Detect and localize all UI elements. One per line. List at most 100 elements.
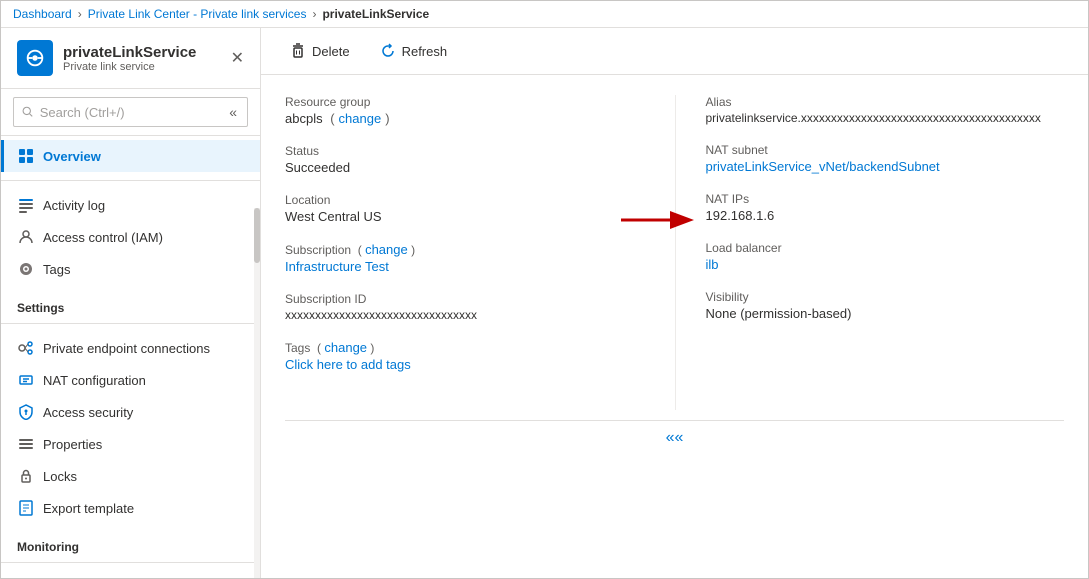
sidebar-item-locks[interactable]: Locks [1, 460, 260, 492]
breadcrumb-current: privateLinkService [322, 7, 429, 21]
subscription-change-link[interactable]: change [365, 242, 408, 257]
breadcrumb: Dashboard › Private Link Center - Privat… [1, 1, 1088, 28]
status-value: Succeeded [285, 160, 655, 175]
field-status: Status Succeeded [285, 144, 655, 175]
nat-ips-value: 192.168.1.6 [706, 208, 1045, 223]
private-link-icon [24, 47, 46, 69]
breadcrumb-private-link-center[interactable]: Private Link Center - Private link servi… [88, 7, 307, 21]
resource-subtitle: Private link service [63, 61, 196, 73]
detail-right: Alias privatelinkservice.xxxxxxxxxxxxxxx… [675, 95, 1065, 410]
refresh-icon [380, 43, 396, 59]
settings-section-title: Settings [1, 289, 260, 319]
toolbar: Delete Refresh [261, 28, 1088, 75]
delete-button[interactable]: Delete [277, 36, 363, 66]
sidebar-item-private-endpoint[interactable]: Private endpoint connections [1, 332, 260, 364]
sidebar-item-access-security[interactable]: Access security [1, 396, 260, 428]
nat-subnet-label: NAT subnet [706, 143, 1045, 157]
sidebar-item-properties[interactable]: Properties [1, 428, 260, 460]
nav-divider-3 [1, 562, 260, 563]
delete-label: Delete [312, 44, 350, 59]
nav-section-main: Overview [1, 136, 260, 176]
sidebar-item-export-template[interactable]: Export template [1, 492, 260, 524]
field-resource-group: Resource group Resource group abcpls ( c… [285, 95, 655, 126]
field-load-balancer: Load balancer ilb [706, 241, 1045, 272]
sidebar-item-nat-config[interactable]: NAT configuration [1, 364, 260, 396]
field-tags: Tags ( change ) Click here to add tags [285, 340, 655, 372]
load-balancer-label: Load balancer [706, 241, 1045, 255]
detail-grid: Resource group Resource group abcpls ( c… [285, 95, 1064, 410]
sidebar-item-alerts[interactable]: Alerts [1, 571, 260, 578]
visibility-label: Visibility [706, 290, 1045, 304]
export-template-icon [17, 499, 35, 517]
alias-value: privatelinkservice.xxxxxxxxxxxxxxxxxxxxx… [706, 111, 1045, 125]
monitoring-section-title: Monitoring [1, 528, 260, 558]
app-container: Dashboard › Private Link Center - Privat… [0, 0, 1089, 579]
subscription-label-row: Subscription ( change ) [285, 242, 655, 257]
sidebar-item-access-security-label: Access security [43, 405, 133, 420]
close-button[interactable]: ✕ [231, 48, 244, 68]
field-subscription-id: Subscription ID xxxxxxxxxxxxxxxxxxxxxxxx… [285, 292, 655, 322]
sidebar-search: « [1, 89, 260, 136]
resource-group-change-paren-close: ) [385, 111, 389, 126]
nav-divider-1 [1, 180, 260, 181]
sidebar-item-tags[interactable]: Tags [1, 253, 260, 285]
tags-paren-close: ) [370, 341, 374, 355]
resource-title: privateLinkService [63, 44, 196, 61]
sidebar-item-activity-log-label: Activity log [43, 198, 105, 213]
nav-divider-2 [1, 323, 260, 324]
collapse-details-button[interactable]: «« [666, 429, 684, 447]
breadcrumb-sep-1: › [78, 7, 82, 21]
sidebar-item-iam[interactable]: Access control (IAM) [1, 221, 260, 253]
field-location: Location West Central US [285, 193, 655, 224]
annotation-arrow-svg [616, 205, 696, 235]
sidebar-item-properties-label: Properties [43, 437, 102, 452]
resource-group-change-link[interactable]: change [339, 111, 382, 126]
scroll-track [254, 208, 260, 578]
refresh-button[interactable]: Refresh [367, 36, 461, 66]
subscription-value[interactable]: Infrastructure Test [285, 259, 389, 274]
resource-group-value-row: Resource group abcpls ( change ) [285, 111, 655, 126]
sidebar-item-nat-config-label: NAT configuration [43, 373, 146, 388]
activity-log-icon [17, 196, 35, 214]
tags-label-row: Tags ( change ) [285, 340, 655, 355]
arrow-annotation [616, 205, 696, 238]
sidebar-item-export-template-label: Export template [43, 501, 134, 516]
location-label: Location [285, 193, 655, 207]
sidebar-item-overview[interactable]: Overview [1, 140, 260, 172]
overview-icon [17, 147, 35, 165]
sidebar-item-tags-label: Tags [43, 262, 70, 277]
breadcrumb-dashboard[interactable]: Dashboard [13, 7, 72, 21]
search-input[interactable] [40, 105, 222, 120]
visibility-value: None (permission-based) [706, 306, 1045, 321]
sidebar-item-activity-log[interactable]: Activity log [1, 189, 260, 221]
delete-icon [290, 43, 306, 59]
scroll-thumb [254, 208, 260, 263]
collapse-sidebar-button[interactable]: « [227, 102, 239, 122]
nav-section-monitoring: Alerts Metrics [1, 567, 260, 578]
resource-group-name: abcpls [285, 111, 323, 126]
detail-content: Resource group Resource group abcpls ( c… [261, 75, 1088, 578]
tags-paren-open: ( [314, 341, 321, 355]
main-layout: privateLinkService Private link service … [1, 28, 1088, 578]
tags-add-link[interactable]: Click here to add tags [285, 357, 411, 372]
alias-label: Alias [706, 95, 1045, 109]
resource-group-change-paren-open: ( [327, 111, 335, 126]
field-visibility: Visibility None (permission-based) [706, 290, 1045, 321]
sidebar: privateLinkService Private link service … [1, 28, 261, 578]
tags-icon [17, 260, 35, 278]
tags-change-link[interactable]: change [324, 340, 367, 355]
nav-section-settings: Private endpoint connections NAT configu… [1, 328, 260, 528]
resource-info: privateLinkService Private link service [63, 44, 196, 73]
tags-text: Tags [285, 341, 310, 355]
nat-subnet-value[interactable]: privateLinkService_vNet/backendSubnet [706, 159, 940, 174]
nav-section-general: Activity log Access control (IAM) [1, 185, 260, 289]
subscription-id-label: Subscription ID [285, 292, 655, 306]
status-label: Status [285, 144, 655, 158]
sidebar-item-private-endpoint-label: Private endpoint connections [43, 341, 210, 356]
sidebar-item-locks-label: Locks [43, 469, 77, 484]
nat-ips-label: NAT IPs [706, 192, 1045, 206]
subscription-text: Subscription [285, 243, 351, 257]
resource-group-label: Resource group [285, 95, 655, 109]
load-balancer-value[interactable]: ilb [706, 257, 719, 272]
field-subscription: Subscription ( change ) Infrastructure T… [285, 242, 655, 274]
